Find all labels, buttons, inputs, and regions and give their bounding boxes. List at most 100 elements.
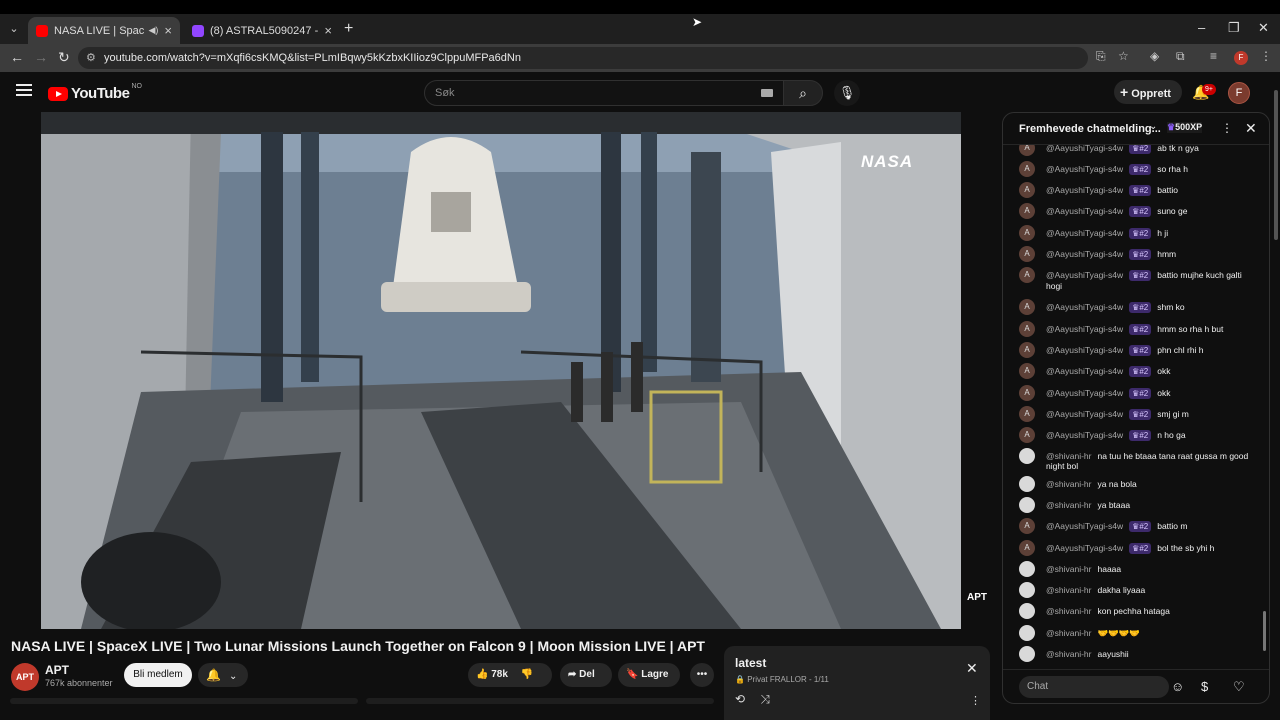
chat-input[interactable] bbox=[1019, 676, 1169, 698]
shuffle-icon[interactable]: ⤨ bbox=[760, 692, 770, 706]
maximize-icon[interactable]: ❐ bbox=[1228, 20, 1240, 36]
chat-username[interactable]: @AayushiTyagi-s4w bbox=[1046, 409, 1123, 419]
chat-avatar[interactable] bbox=[1019, 603, 1035, 619]
chat-avatar[interactable]: A bbox=[1019, 321, 1035, 337]
youtube-logo[interactable]: YouTube NO bbox=[48, 83, 142, 102]
tab-close-icon[interactable]: × bbox=[324, 23, 332, 38]
chat-username[interactable]: @AayushiTyagi-s4w bbox=[1046, 521, 1123, 531]
tab-close-icon[interactable]: × bbox=[164, 23, 172, 38]
like-button[interactable]: 👍 78k bbox=[476, 669, 508, 680]
chat-message[interactable]: A @AayushiTyagi-s4w ♛#2 phn chl rhi h bbox=[1019, 342, 1255, 358]
channel-watermark[interactable]: APT bbox=[967, 592, 993, 610]
more-actions-icon[interactable]: ••• bbox=[690, 663, 714, 687]
chat-mode-label[interactable]: Fremhevede chatmelding... bbox=[1019, 123, 1161, 135]
chat-message[interactable]: A @AayushiTyagi-s4w ♛#2 battio bbox=[1019, 182, 1255, 198]
chat-message[interactable]: A @AayushiTyagi-s4w ♛#2 okk bbox=[1019, 363, 1255, 379]
account-avatar[interactable]: F bbox=[1228, 82, 1250, 104]
chat-avatar[interactable] bbox=[1019, 476, 1035, 492]
chat-avatar[interactable]: A bbox=[1019, 363, 1035, 379]
video-player[interactable]: NASA bbox=[41, 112, 961, 629]
voice-search-icon[interactable]: 🎙 bbox=[834, 80, 860, 106]
chat-avatar[interactable]: A bbox=[1019, 427, 1035, 443]
menu-icon[interactable] bbox=[16, 84, 32, 99]
create-button[interactable]: + Opprett bbox=[1114, 80, 1182, 104]
chat-username[interactable]: @shivani-hr bbox=[1046, 500, 1091, 510]
chat-message[interactable]: @shivani-hr aayushii bbox=[1019, 646, 1255, 662]
chat-avatar[interactable]: A bbox=[1019, 342, 1035, 358]
url-field[interactable]: ⚙ youtube.com/watch?v=mXqfi6csKMQ&list=P… bbox=[78, 47, 1088, 69]
chat-avatar[interactable] bbox=[1019, 625, 1035, 641]
channel-name[interactable]: APT bbox=[45, 663, 69, 677]
share-button[interactable]: ➦ Del bbox=[560, 663, 612, 687]
channel-avatar[interactable]: APT bbox=[11, 663, 39, 691]
chat-message[interactable]: @shivani-hr na tuu he btaaa tana raat gus… bbox=[1019, 448, 1255, 471]
extension-icon[interactable]: ◈ bbox=[1150, 49, 1159, 63]
chat-avatar[interactable] bbox=[1019, 582, 1035, 598]
chat-avatar[interactable]: A bbox=[1019, 299, 1035, 315]
chat-avatar[interactable]: A bbox=[1019, 225, 1035, 241]
chat-message[interactable]: A @AayushiTyagi-s4w ♛#2 battio mujhe kuch g… bbox=[1019, 267, 1255, 291]
chat-message[interactable]: A @AayushiTyagi-s4w ♛#2 so rha h bbox=[1019, 161, 1255, 177]
chat-message[interactable]: @shivani-hr dakha liyaaa bbox=[1019, 582, 1255, 598]
browser-profile-avatar[interactable]: F bbox=[1234, 51, 1248, 65]
chat-avatar[interactable]: A bbox=[1019, 203, 1035, 219]
forward-icon[interactable]: → bbox=[34, 49, 48, 65]
chat-username[interactable]: @AayushiTyagi-s4w bbox=[1046, 164, 1123, 174]
chat-avatar[interactable]: A bbox=[1019, 161, 1035, 177]
browser-menu-icon[interactable]: ⋮ bbox=[1260, 49, 1272, 63]
emoji-icon[interactable]: ☺ bbox=[1171, 679, 1184, 694]
chat-message[interactable]: @shivani-hr haaaa bbox=[1019, 561, 1255, 577]
chevron-down-icon[interactable]: ⌄ bbox=[1149, 121, 1157, 132]
chat-username[interactable]: @shivani-hr bbox=[1046, 451, 1091, 461]
chat-scrollbar[interactable] bbox=[1263, 611, 1266, 651]
subscription-bell-button[interactable]: 🔔 ⌄ bbox=[198, 663, 248, 687]
chat-avatar[interactable]: A bbox=[1019, 385, 1035, 401]
speaker-icon[interactable]: ◀) bbox=[148, 25, 158, 36]
back-icon[interactable]: ← bbox=[10, 49, 24, 65]
chat-username[interactable]: @AayushiTyagi-s4w bbox=[1046, 324, 1123, 334]
chat-username[interactable]: @shivani-hr bbox=[1046, 564, 1091, 574]
chat-username[interactable]: @AayushiTyagi-s4w bbox=[1046, 270, 1123, 280]
heart-icon[interactable]: ♡ bbox=[1233, 679, 1245, 695]
chat-message[interactable]: A @AayushiTyagi-s4w ♛#2 suno ge bbox=[1019, 203, 1255, 219]
chat-more-icon[interactable]: ⋮ bbox=[1221, 121, 1233, 135]
chat-message[interactable]: @shivani-hr kon pechha hataga bbox=[1019, 603, 1255, 619]
join-button[interactable]: Bli medlem bbox=[124, 663, 192, 687]
chat-avatar[interactable] bbox=[1019, 646, 1035, 662]
chat-avatar[interactable]: A bbox=[1019, 246, 1035, 262]
chat-username[interactable]: @AayushiTyagi-s4w bbox=[1046, 366, 1123, 376]
chat-username[interactable]: @shivani-hr bbox=[1046, 585, 1091, 595]
chat-message[interactable]: @shivani-hr ya btaaa bbox=[1019, 497, 1255, 513]
install-icon[interactable]: ⎘ bbox=[1096, 49, 1106, 64]
chat-avatar[interactable]: A bbox=[1019, 518, 1035, 534]
loop-icon[interactable]: ⟲ bbox=[735, 692, 745, 706]
chat-username[interactable]: @AayushiTyagi-s4w bbox=[1046, 543, 1123, 553]
chat-avatar[interactable] bbox=[1019, 497, 1035, 513]
chat-message[interactable]: @shivani-hr ya na bola bbox=[1019, 476, 1255, 492]
site-info-icon[interactable]: ⚙ bbox=[86, 47, 96, 69]
chat-message[interactable]: A @AayushiTyagi-s4w ♛#2 h ji bbox=[1019, 225, 1255, 241]
puzzle-icon[interactable]: ⧉ bbox=[1176, 49, 1185, 64]
chat-avatar[interactable]: A bbox=[1019, 540, 1035, 556]
new-tab-button[interactable]: + bbox=[344, 20, 353, 38]
chat-username[interactable]: @AayushiTyagi-s4w bbox=[1046, 249, 1123, 259]
chat-message[interactable]: @shivani-hr 🤝🤝🤝🤝 bbox=[1019, 625, 1255, 641]
tab-youtube[interactable]: NASA LIVE | SpaceX LIVE | T ◀) × bbox=[28, 17, 180, 44]
dislike-icon[interactable]: 👎 bbox=[521, 669, 533, 680]
tab-search-icon[interactable]: ⌄ bbox=[4, 19, 24, 39]
chat-avatar[interactable]: A bbox=[1019, 182, 1035, 198]
chat-username[interactable]: @AayushiTyagi-s4w bbox=[1046, 388, 1123, 398]
chat-message[interactable]: A @AayushiTyagi-s4w ♛#2 bol the sb yhi h bbox=[1019, 540, 1255, 556]
search-input[interactable]: Søk bbox=[424, 80, 784, 106]
reload-icon[interactable]: ↻ bbox=[58, 49, 70, 66]
chat-message[interactable]: A @AayushiTyagi-s4w ♛#2 battio m bbox=[1019, 518, 1255, 534]
chat-username[interactable]: @shivani-hr bbox=[1046, 649, 1091, 659]
chat-username[interactable]: @AayushiTyagi-s4w bbox=[1046, 345, 1123, 355]
chat-username[interactable]: @shivani-hr bbox=[1046, 628, 1091, 638]
chat-username[interactable]: @AayushiTyagi-s4w bbox=[1046, 145, 1123, 153]
bookmark-star-icon[interactable]: ☆ bbox=[1118, 49, 1129, 63]
close-window-icon[interactable]: ✕ bbox=[1258, 20, 1269, 36]
chat-username[interactable]: @AayushiTyagi-s4w bbox=[1046, 228, 1123, 238]
playlist-more-icon[interactable]: ⋮ bbox=[970, 694, 981, 707]
minimize-icon[interactable]: – bbox=[1198, 20, 1205, 35]
